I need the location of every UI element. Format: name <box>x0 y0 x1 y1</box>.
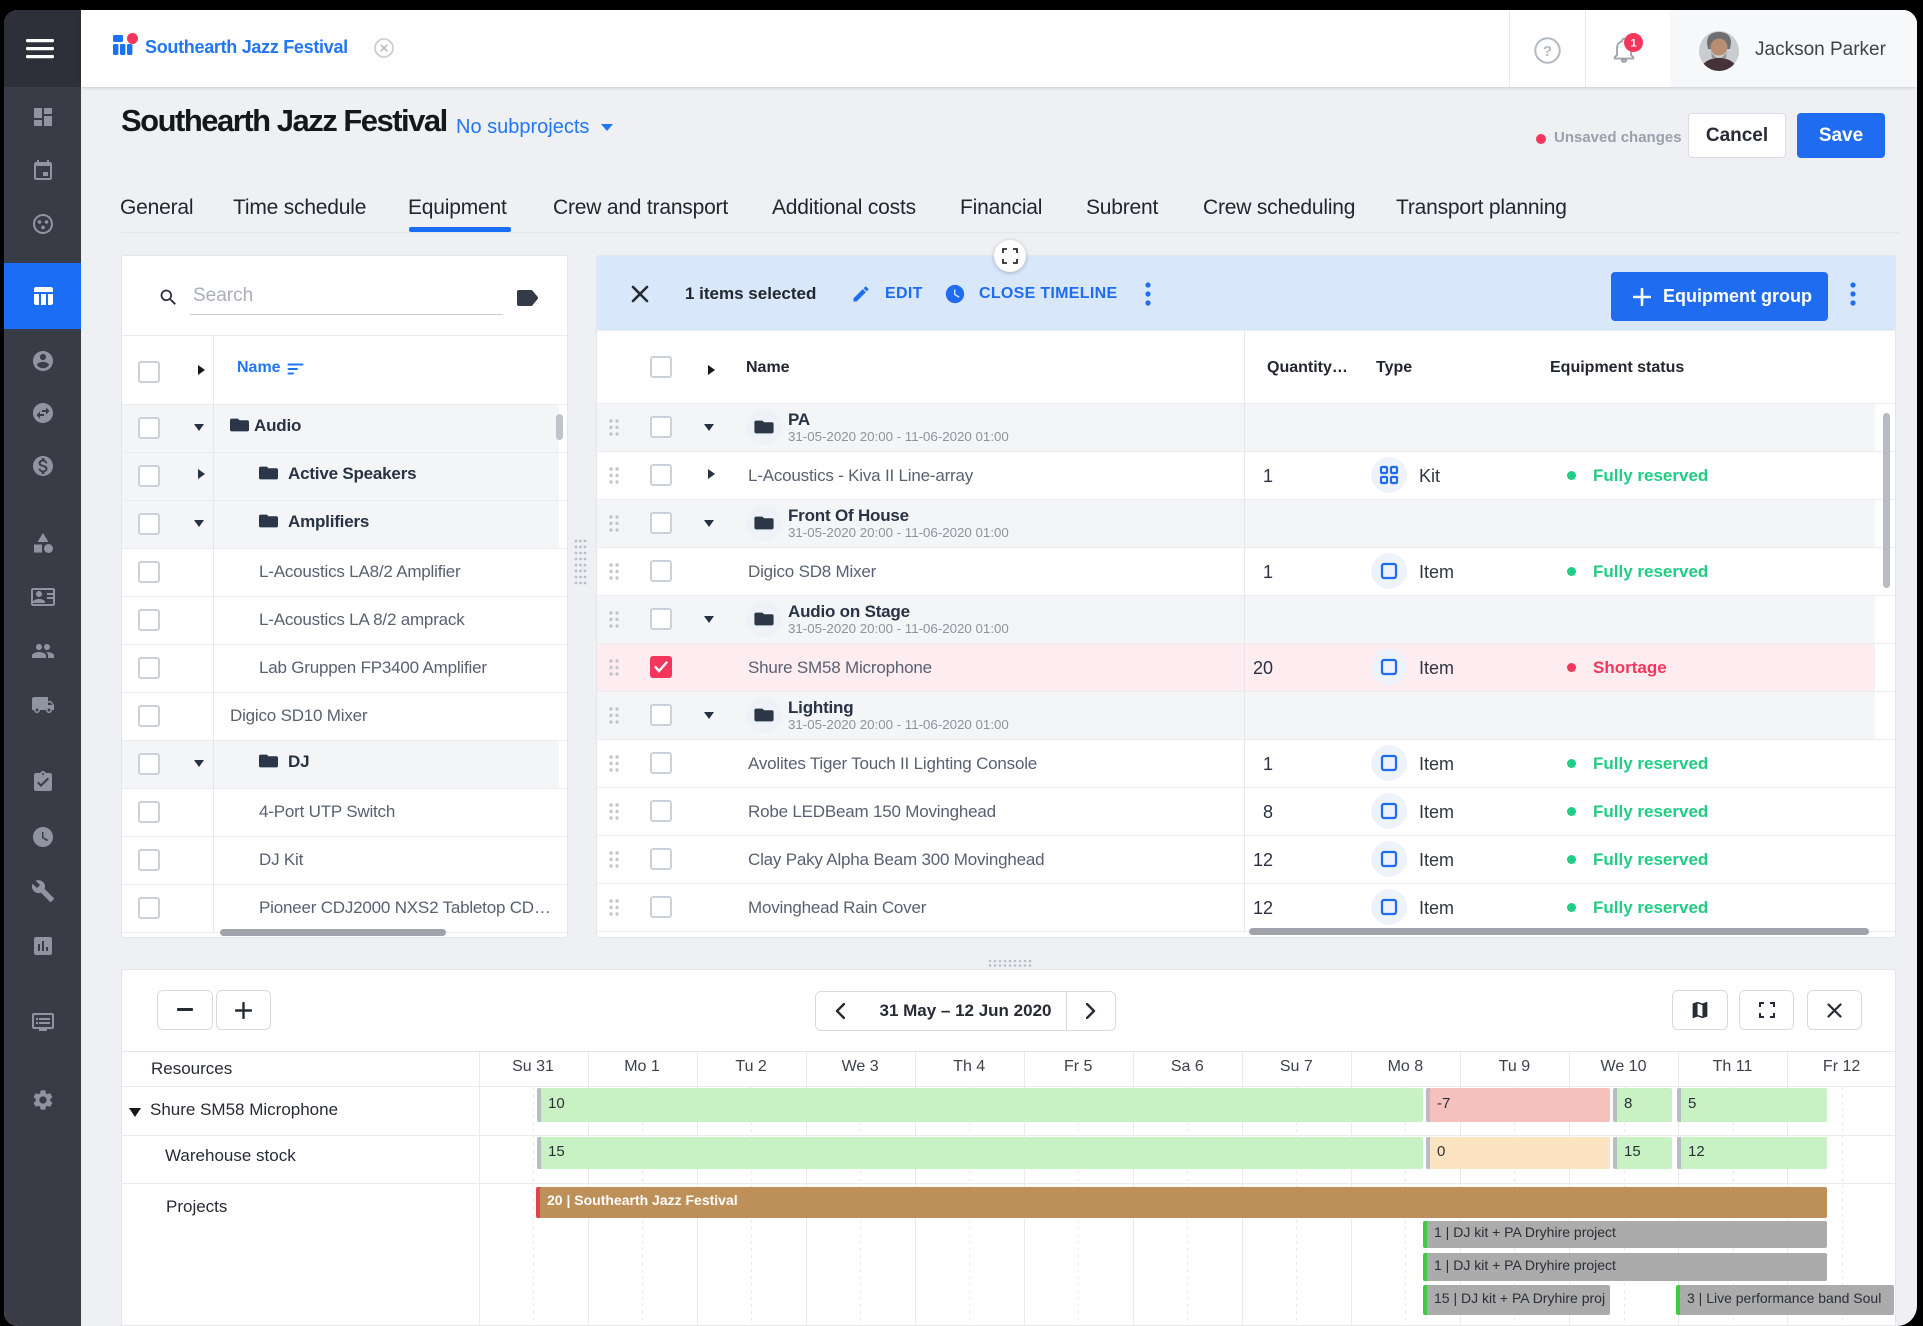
svg-text:?: ? <box>1543 43 1552 60</box>
svg-text:1: 1 <box>1630 38 1636 50</box>
